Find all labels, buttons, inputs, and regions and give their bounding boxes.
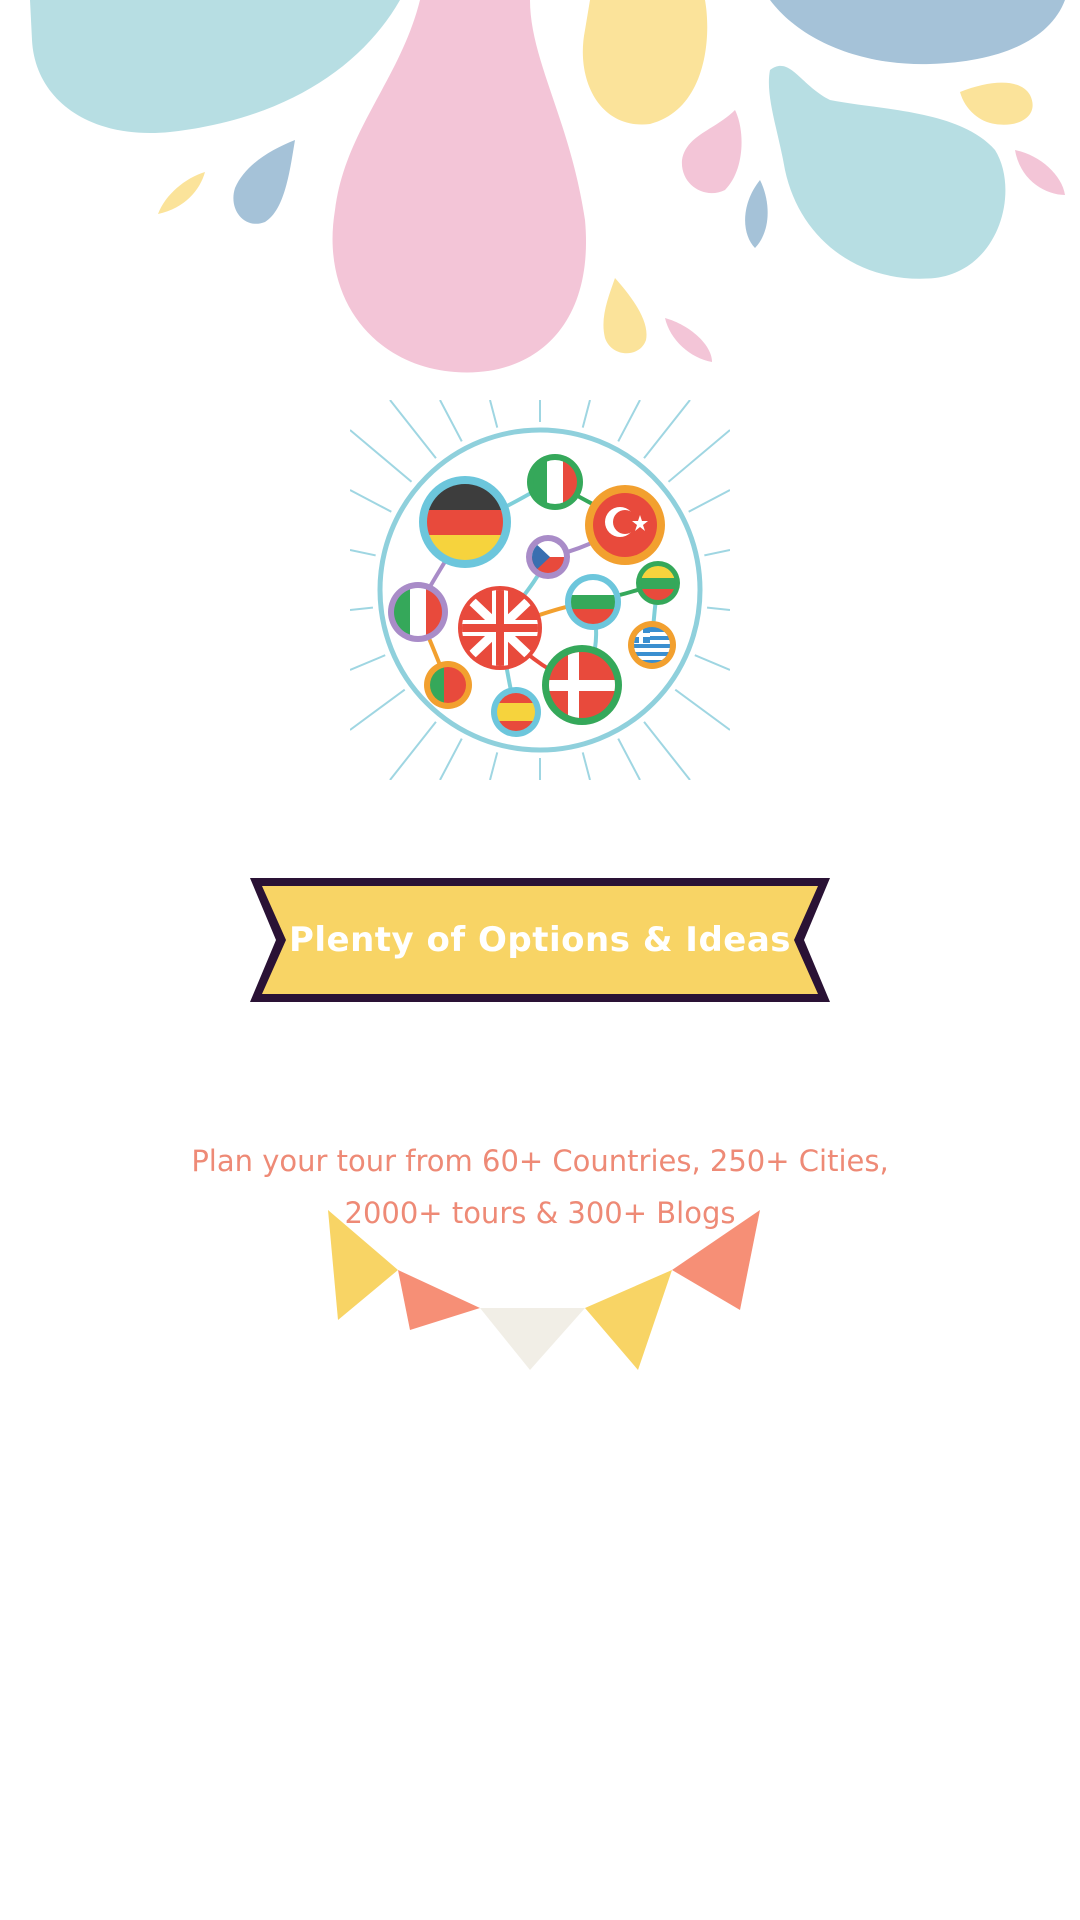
ribbon-banner: Plenty of Options & Ideas [246, 874, 834, 1006]
tagline-line-1: Plan your tour from 60+ Countries, 250+ … [191, 1144, 889, 1178]
banner-title: Plenty of Options & Ideas [288, 920, 792, 960]
bunting-flags-decoration [328, 1210, 760, 1370]
paint-splash-decoration [30, 0, 1065, 373]
onboarding-screen: Plenty of Options & Ideas Plan your tour… [0, 0, 1080, 1920]
country-flags-network-icon [350, 400, 730, 780]
